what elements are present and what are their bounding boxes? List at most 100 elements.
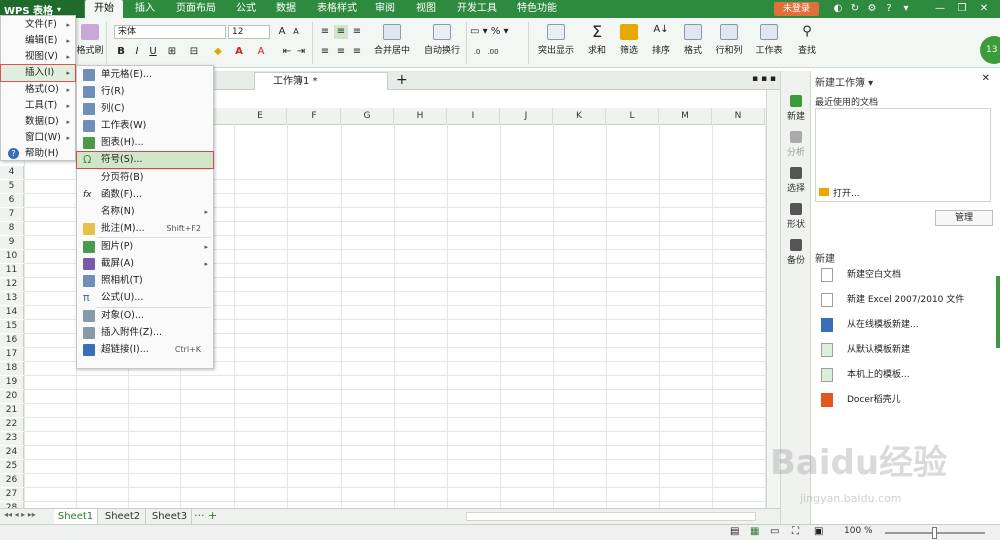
row-header[interactable]: 7: [0, 208, 24, 221]
login-button[interactable]: 未登录: [774, 2, 819, 16]
row-header[interactable]: 11: [0, 264, 24, 277]
row-header[interactable]: 22: [0, 418, 24, 431]
tab-page-layout[interactable]: 页面布局: [168, 0, 224, 18]
submenu-item-4[interactable]: 图表(H)...: [77, 135, 213, 151]
worksheet-button[interactable]: 工作表: [750, 24, 788, 56]
row-header[interactable]: 21: [0, 404, 24, 417]
column-header[interactable]: L: [606, 108, 659, 125]
row-header[interactable]: 26: [0, 474, 24, 487]
format-button[interactable]: 格式: [678, 24, 708, 56]
submenu-item-15[interactable]: 插入附件(Z)...: [77, 325, 213, 341]
row-header[interactable]: 25: [0, 460, 24, 473]
row-header[interactable]: 6: [0, 194, 24, 207]
menu-item-7[interactable]: 窗口(W) ▸: [1, 130, 75, 146]
submenu-item-8[interactable]: 名称(N) ▸: [77, 204, 213, 220]
new-tab-icon[interactable]: +: [396, 71, 408, 89]
row-header[interactable]: 9: [0, 236, 24, 249]
dropdown-icon[interactable]: ▾: [900, 3, 912, 15]
sheet-tab-2[interactable]: Sheet2: [100, 509, 146, 525]
row-header[interactable]: 16: [0, 334, 24, 347]
font-name-select[interactable]: 宋体: [114, 25, 226, 39]
zoom-slider-knob[interactable]: [932, 527, 937, 539]
doc-tab[interactable]: 工作簿1 *: [254, 72, 388, 90]
new-blank-doc[interactable]: 新建空白文档: [821, 267, 901, 283]
grow-font-icon[interactable]: A: [276, 25, 288, 39]
task-pane-title[interactable]: 新建工作簿 ▾: [815, 74, 873, 89]
row-header[interactable]: 4: [0, 166, 24, 179]
format-painter-button[interactable]: 格式刷: [76, 24, 104, 56]
add-sheet-icon[interactable]: ··· +: [194, 509, 217, 522]
find-button[interactable]: ⚲ 查找: [792, 24, 822, 56]
minimize-icon[interactable]: —: [934, 3, 946, 15]
skin-icon[interactable]: ◐: [832, 3, 844, 15]
row-header[interactable]: 5: [0, 180, 24, 193]
align-left-icon[interactable]: ≡: [318, 45, 332, 59]
submenu-item-16[interactable]: 超链接(I)... Ctrl+K: [77, 342, 213, 358]
increase-decimal-icon[interactable]: .0: [470, 45, 484, 59]
submenu-item-13[interactable]: π 公式(U)...: [77, 290, 213, 306]
highlight-button[interactable]: 突出显示: [532, 24, 580, 56]
submenu-item-0[interactable]: 单元格(E)...: [77, 67, 213, 83]
tab-insert[interactable]: 插入: [127, 0, 163, 18]
submenu-item-5[interactable]: Ω 符号(S)...: [76, 151, 214, 169]
clear-format-icon[interactable]: A: [254, 45, 268, 59]
docer-link[interactable]: Docer稻壳儿: [821, 392, 901, 408]
settings-icon[interactable]: ⚙: [866, 3, 878, 15]
sheet-tab-3[interactable]: Sheet3: [148, 509, 192, 525]
align-center-icon[interactable]: ≡: [334, 45, 348, 59]
filter-button[interactable]: 筛选: [614, 24, 644, 56]
tab-list-icon[interactable]: ▪ ▪ ▪: [752, 74, 776, 84]
align-bottom-icon[interactable]: ≡: [350, 25, 364, 39]
notification-badge[interactable]: 13: [980, 36, 1000, 64]
row-col-button[interactable]: 行和列: [710, 24, 748, 56]
row-header[interactable]: 23: [0, 432, 24, 445]
submenu-item-10[interactable]: 图片(P) ▸: [77, 239, 213, 255]
row-header[interactable]: 24: [0, 446, 24, 459]
tab-review[interactable]: 审阅: [367, 0, 403, 18]
menu-item-4[interactable]: 格式(O) ▸: [1, 82, 75, 98]
horizontal-scrollbar[interactable]: [466, 512, 756, 521]
side-select-button[interactable]: 选择: [781, 167, 811, 194]
column-header[interactable]: K: [553, 108, 606, 125]
view-pagebreak-icon[interactable]: ▦: [750, 526, 759, 537]
italic-button[interactable]: I: [130, 45, 144, 59]
close-icon[interactable]: ✕: [982, 73, 990, 84]
submenu-item-12[interactable]: 照相机(T): [77, 273, 213, 289]
side-new-button[interactable]: 新建: [781, 95, 811, 122]
new-excel-file[interactable]: 新建 Excel 2007/2010 文件: [821, 292, 964, 308]
bold-button[interactable]: B: [114, 45, 128, 59]
column-header[interactable]: H: [394, 108, 447, 125]
tab-view[interactable]: 视图: [408, 0, 444, 18]
border-icon[interactable]: ⊞: [164, 45, 180, 59]
align-middle-icon[interactable]: ≡: [334, 25, 348, 39]
align-top-icon[interactable]: ≡: [318, 25, 332, 39]
eye-protect-icon[interactable]: ▣: [814, 526, 823, 537]
decrease-indent-icon[interactable]: ⇤: [280, 45, 294, 59]
underline-button[interactable]: U: [146, 45, 160, 59]
row-header[interactable]: 27: [0, 488, 24, 501]
row-header[interactable]: 12: [0, 278, 24, 291]
menu-item-2[interactable]: 视图(V) ▸: [1, 49, 75, 65]
row-header[interactable]: 10: [0, 250, 24, 263]
sync-icon[interactable]: ↻: [849, 3, 861, 15]
tab-developer[interactable]: 开发工具: [449, 0, 505, 18]
menu-item-8[interactable]: 帮助(H)?: [1, 146, 75, 162]
font-size-select[interactable]: 12: [228, 25, 270, 39]
font-color-icon[interactable]: A: [232, 45, 246, 59]
submenu-item-2[interactable]: 列(C): [77, 101, 213, 117]
menu-item-6[interactable]: 数据(D) ▸: [1, 114, 75, 130]
submenu-item-3[interactable]: 工作表(W): [77, 118, 213, 134]
local-templates[interactable]: 本机上的模板...: [821, 367, 910, 383]
column-header[interactable]: I: [447, 108, 500, 125]
side-analysis-button[interactable]: 分析: [781, 131, 811, 158]
row-header[interactable]: 8: [0, 222, 24, 235]
column-header[interactable]: N: [712, 108, 765, 125]
sheet-nav-arrows[interactable]: ◂◂ ◂ ▸ ▸▸: [4, 510, 36, 519]
align-right-icon[interactable]: ≡: [350, 45, 364, 59]
fullscreen-icon[interactable]: ⛶: [792, 526, 799, 537]
open-link[interactable]: 打开...: [819, 186, 860, 199]
column-header[interactable]: J: [500, 108, 553, 125]
auto-wrap-button[interactable]: 自动换行: [420, 24, 464, 56]
tab-special[interactable]: 特色功能: [509, 0, 565, 18]
pane-collapse-handle[interactable]: [996, 276, 1000, 348]
